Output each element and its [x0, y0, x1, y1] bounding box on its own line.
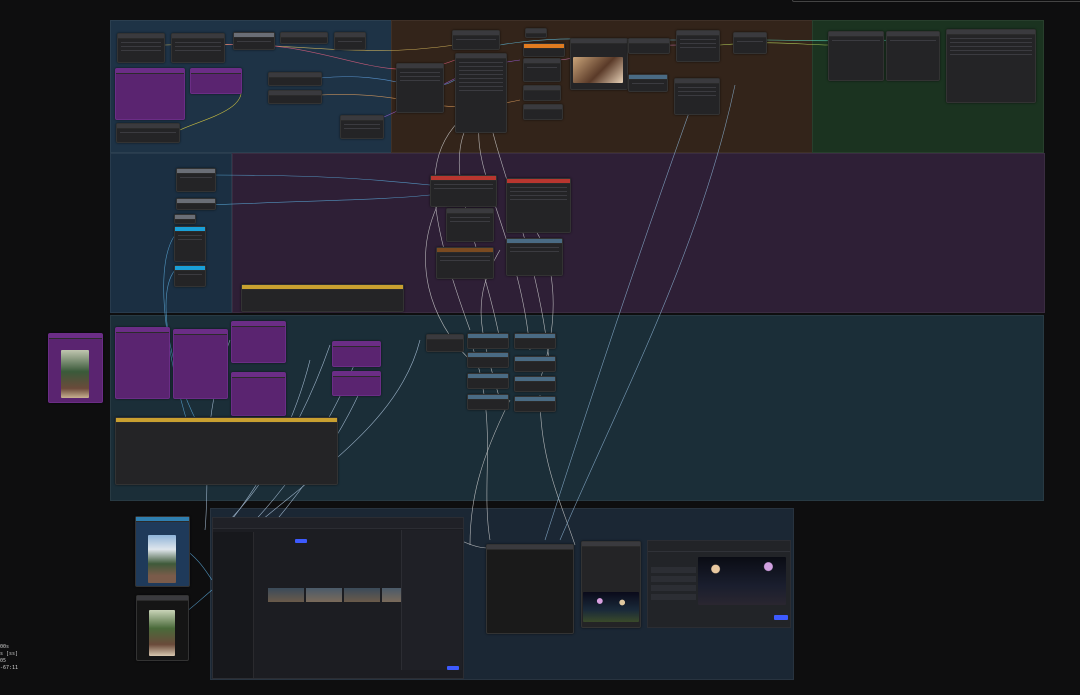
node-out-2[interactable]: [886, 31, 940, 81]
node-int[interactable]: [340, 115, 384, 139]
app-primary-button[interactable]: [295, 539, 307, 543]
video-frame: [698, 557, 786, 605]
app2-action-button[interactable]: [774, 615, 788, 620]
status-line-3: 05: [0, 658, 7, 664]
node-seed[interactable]: [116, 123, 180, 143]
node-proc-8[interactable]: [514, 396, 556, 412]
node-steel[interactable]: [506, 238, 563, 276]
node-save-video[interactable]: [486, 544, 574, 634]
node-save-2[interactable]: [733, 32, 767, 54]
node-cyan-1[interactable]: [174, 226, 206, 262]
node-proc-1[interactable]: [467, 333, 509, 349]
node-proc-5[interactable]: [467, 373, 509, 389]
node-brown[interactable]: [436, 247, 494, 279]
node-cyan-2[interactable]: [174, 265, 206, 287]
node-proc-2[interactable]: [514, 333, 556, 349]
node-video-preview[interactable]: [581, 541, 641, 628]
node-text-2[interactable]: [334, 32, 366, 50]
node-note-1[interactable]: [115, 68, 185, 120]
node-vae[interactable]: [523, 85, 561, 101]
app-sidebar: [213, 532, 254, 678]
input-photo-2: [149, 610, 175, 656]
node-note-4[interactable]: [173, 329, 228, 399]
node-text-1[interactable]: [280, 32, 328, 44]
node-out-1[interactable]: [828, 31, 884, 81]
node-ksampler-2[interactable]: [506, 178, 571, 233]
node-latent[interactable]: [523, 58, 561, 82]
node-note-gold[interactable]: [241, 284, 404, 312]
app2-list: [651, 567, 696, 607]
node-big-sampler[interactable]: [455, 53, 507, 133]
app2-header: [648, 541, 790, 552]
node-compare[interactable]: [674, 78, 720, 115]
app-right-panel: [401, 530, 462, 670]
search-bar[interactable]: [792, 0, 1080, 2]
node-image-left[interactable]: [48, 333, 103, 403]
node-proc-0[interactable]: [426, 334, 464, 352]
node-note-3[interactable]: [115, 327, 170, 399]
node-note-6[interactable]: [231, 372, 286, 416]
status-line-4: -67:11: [0, 665, 19, 671]
input-photo-1: [148, 535, 176, 583]
node-highlight[interactable]: [523, 43, 565, 57]
node-load-image-2[interactable]: [136, 595, 189, 661]
embedded-app[interactable]: [212, 517, 464, 679]
node-out-3[interactable]: [946, 29, 1036, 103]
node-note-2[interactable]: [190, 68, 242, 94]
node-proc-6[interactable]: [514, 376, 556, 392]
node-model-switch[interactable]: [396, 63, 444, 113]
second-app-window[interactable]: [647, 540, 791, 628]
app-header: [213, 518, 463, 529]
node-load-image-1[interactable]: [135, 516, 190, 587]
node-scale[interactable]: [628, 74, 668, 92]
node-note-gold-2[interactable]: [115, 417, 338, 485]
node-concat-1[interactable]: [268, 72, 322, 86]
node-cond[interactable]: [446, 208, 494, 242]
node-loader-1[interactable]: [117, 33, 165, 63]
node-decode[interactable]: [523, 104, 563, 120]
node-preview-image[interactable]: [570, 38, 628, 90]
node-upscale[interactable]: [628, 38, 670, 54]
node-note-8[interactable]: [332, 371, 381, 396]
node-proc-7[interactable]: [467, 394, 509, 410]
portrait-photo: [61, 350, 89, 398]
node-loader-a[interactable]: [176, 168, 216, 192]
node-ksampler-1[interactable]: [430, 175, 497, 207]
node-note-7[interactable]: [332, 341, 381, 367]
node-clip[interactable]: [452, 30, 500, 50]
app-image-strip: [268, 588, 418, 602]
node-loader-2[interactable]: [171, 33, 225, 63]
node-prompt[interactable]: [233, 32, 275, 50]
node-small-1[interactable]: [525, 28, 547, 38]
status-line-1: 00s: [0, 644, 10, 650]
preview-photo: [573, 57, 623, 83]
node-concat-2[interactable]: [268, 90, 322, 104]
status-overlay: 00s s [ss] 05 -67:11: [0, 644, 18, 672]
node-note-5[interactable]: [231, 321, 286, 363]
status-line-2: s [ss]: [0, 651, 19, 657]
node-loader-c[interactable]: [174, 214, 196, 224]
node-loader-b[interactable]: [176, 198, 216, 210]
fireworks-photo: [583, 592, 639, 622]
node-save-1[interactable]: [676, 30, 720, 62]
node-proc-3[interactable]: [467, 352, 509, 368]
node-proc-4[interactable]: [514, 356, 556, 372]
app-submit-button[interactable]: [447, 666, 459, 670]
